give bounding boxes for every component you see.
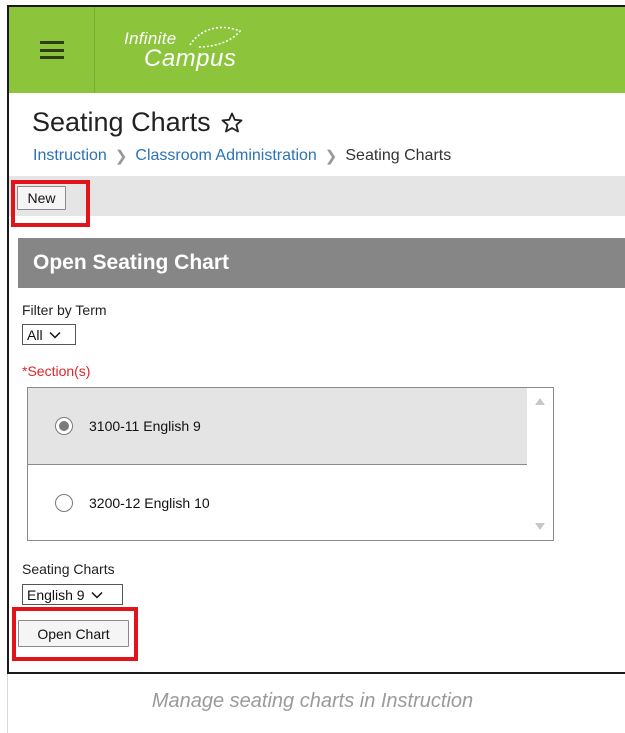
- hamburger-icon: [39, 41, 64, 59]
- section-item-english-10[interactable]: 3200-12 English 10: [28, 465, 528, 540]
- radio-button[interactable]: [55, 494, 73, 512]
- filter-by-term-label: Filter by Term: [22, 302, 107, 318]
- seating-chart-select-value: English 9: [27, 586, 85, 603]
- section-item-english-9[interactable]: 3100-11 English 9: [28, 388, 528, 465]
- panel-title: Open Seating Chart: [18, 238, 625, 288]
- chevron-right-icon: ❯: [114, 148, 128, 165]
- infinite-campus-logo: Infinite Campus: [124, 26, 264, 77]
- action-toolbar: New: [9, 176, 625, 227]
- open-chart-highlight: [12, 607, 138, 661]
- image-caption: Manage seating charts in Instruction: [151, 690, 474, 712]
- chevron-down-icon: [91, 591, 103, 599]
- menu-button[interactable]: [9, 7, 95, 93]
- chevron-down-icon: [49, 331, 61, 339]
- page-title-row: Seating Charts: [32, 107, 244, 138]
- list-scrollbar[interactable]: [527, 388, 553, 540]
- section-item-label: 3200-12 English 10: [89, 495, 210, 511]
- seating-charts-label: Seating Charts: [22, 561, 115, 577]
- seating-chart-select[interactable]: English 9: [22, 584, 123, 605]
- sections-list: 3100-11 English 9 3200-12 English 10: [27, 387, 554, 541]
- new-button-highlight: [11, 180, 90, 227]
- app-window: Infinite Campus Seating Charts Instructi…: [7, 5, 625, 674]
- breadcrumb-instruction[interactable]: Instruction: [33, 147, 107, 165]
- breadcrumb: Instruction ❯ Classroom Administration ❯…: [33, 147, 451, 165]
- breadcrumb-classroom-administration[interactable]: Classroom Administration: [135, 147, 316, 165]
- sections-label: *Section(s): [22, 363, 91, 379]
- term-select[interactable]: All: [22, 324, 76, 345]
- radio-button-selected[interactable]: [55, 417, 73, 435]
- top-bar: Infinite Campus: [9, 7, 625, 93]
- scroll-up-icon[interactable]: [535, 398, 545, 405]
- term-select-value: All: [27, 326, 43, 343]
- chevron-right-icon: ❯: [324, 148, 338, 165]
- section-item-label: 3100-11 English 9: [89, 418, 201, 434]
- logo-text-campus: Campus: [144, 45, 237, 72]
- page-title: Seating Charts: [32, 107, 211, 137]
- star-icon[interactable]: [220, 111, 244, 135]
- scroll-down-icon[interactable]: [535, 523, 545, 530]
- breadcrumb-seating-charts: Seating Charts: [345, 147, 452, 164]
